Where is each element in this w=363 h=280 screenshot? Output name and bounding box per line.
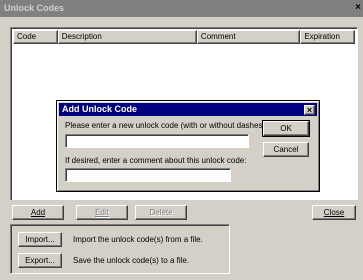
edit-button: Edit: [76, 205, 128, 220]
comment-prompt-label: If desired, enter a comment about this u…: [65, 156, 247, 165]
window-title-bar: Unlock Codes ×: [0, 0, 363, 17]
column-header-expiration[interactable]: Expiration: [300, 30, 355, 44]
import-description: Import the unlock code(s) from a file.: [73, 235, 203, 244]
dialog-close-icon[interactable]: ×: [304, 105, 315, 115]
unlock-codes-window: Unlock Codes × Code Description Comment …: [0, 0, 363, 280]
window-close-icon[interactable]: ×: [353, 2, 363, 15]
delete-button: Delete: [135, 205, 187, 220]
dialog-title-bar: Add Unlock Code ×: [59, 103, 317, 116]
window-title: Unlock Codes: [4, 3, 65, 13]
comment-input[interactable]: [65, 168, 231, 182]
export-button[interactable]: Export...: [18, 253, 62, 268]
add-button[interactable]: Add: [12, 205, 64, 220]
add-unlock-code-dialog: Add Unlock Code × Please enter a new unl…: [56, 100, 320, 192]
add-button-label: Add: [30, 208, 46, 217]
code-prompt-label: Please enter a new unlock code (with or …: [65, 121, 268, 130]
close-button[interactable]: Close: [312, 205, 356, 220]
import-export-group: Import... Import the unlock code(s) from…: [10, 224, 230, 274]
close-button-label: Close: [323, 208, 345, 217]
cancel-button[interactable]: Cancel: [263, 142, 309, 157]
list-header: Code Description Comment Expiration: [13, 30, 355, 44]
column-header-comment[interactable]: Comment: [196, 30, 301, 44]
delete-button-label: Delete: [149, 208, 173, 217]
edit-button-label: Edit: [95, 208, 109, 217]
column-header-description[interactable]: Description: [57, 30, 197, 44]
import-button[interactable]: Import...: [18, 232, 62, 247]
dialog-title: Add Unlock Code: [62, 104, 138, 114]
ok-button[interactable]: OK: [262, 120, 310, 137]
column-header-code[interactable]: Code: [13, 30, 58, 44]
unlock-code-input[interactable]: [65, 134, 249, 148]
export-description: Save the unlock code(s) to a file.: [73, 256, 190, 265]
